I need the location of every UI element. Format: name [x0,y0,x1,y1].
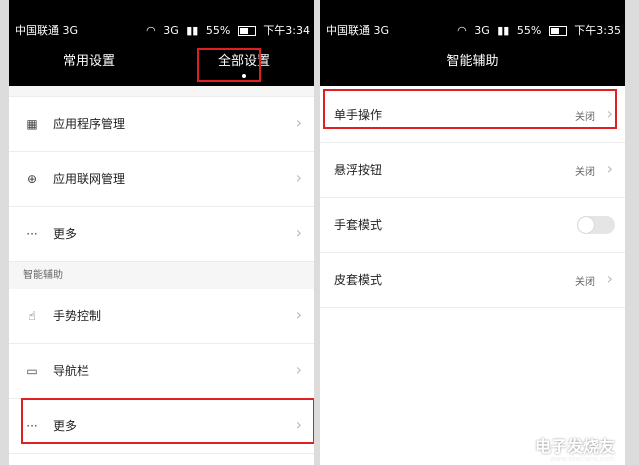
right-screen: 中国联通 3G ◠ 3G ▮▮ 55% 下午3:35 智能辅助 单手操作 关闭 … [320,0,625,465]
list-item-floating-button[interactable]: 悬浮按钮 关闭 › [320,143,625,198]
status-bar: 中国联通 3G ◠ 3G ▮▮ 55% 下午3:35 [320,0,625,44]
list-item-label: 皮套模式 [334,273,383,287]
list-item-label: 手势控制 [53,309,102,323]
watermark-url: www.elecfans.com [549,455,615,463]
page-title: 智能辅助 [446,54,499,69]
status-value: 关闭 [575,277,595,288]
signal-icon: ▮▮ [497,24,510,37]
status-bar: 中国联通 3G ◠ 3G ▮▮ 55% 下午3:34 [9,0,314,44]
list-item-app-manager[interactable]: ▦ 应用程序管理 › [9,97,314,152]
highlight-box-one-hand [323,89,617,129]
network-label: 3G [474,24,490,37]
time-label: 下午3:34 [263,24,310,37]
list-item-gesture-control[interactable]: ☝ 手势控制 › [9,289,314,344]
list-item-label: 导航栏 [53,364,90,378]
chevron-right-icon: › [295,305,302,324]
battery-icon [548,26,567,36]
highlight-box-tab [197,48,261,82]
status-right: ◠ 3G ▮▮ 55% 下午3:35 [453,22,621,38]
list-item-label: 悬浮按钮 [334,163,383,177]
chevron-right-icon: › [606,159,613,178]
list-item-more-apps[interactable]: ··· 更多 › [9,207,314,262]
list-item-navbar[interactable]: ▭ 导航栏 › [9,344,314,399]
carrier-label: 中国联通 3G [15,24,79,37]
list-item-label: 更多 [53,227,78,241]
network-icon: ⊕ [26,172,38,186]
chevron-right-icon: › [295,168,302,187]
wifi-icon: ◠ [457,24,467,37]
signal-icon: ▮▮ [186,24,199,37]
time-label: 下午3:35 [574,24,621,37]
carrier-label: 中国联通 3G [326,24,390,37]
dots-icon: ··· [26,227,38,241]
chevron-right-icon: › [606,269,613,288]
status-value: 关闭 [575,167,595,178]
gesture-icon: ☝ [28,309,36,323]
list-item-network-manager[interactable]: ⊕ 应用联网管理 › [9,152,314,207]
battery-label: 55% [516,24,542,37]
watermark-logo: 电子发烧友 [534,437,615,456]
left-screen: 中国联通 3G ◠ 3G ▮▮ 55% 下午3:34 常用设置 全部设置 ▦ 应… [9,0,314,465]
section-header-smart-assist: 智能辅助 [9,262,314,289]
glove-mode-toggle[interactable] [577,216,615,234]
chevron-right-icon: › [295,360,302,379]
tab-common-settings[interactable]: 常用设置 [39,44,139,86]
list-item-label: 应用联网管理 [53,172,126,186]
status-right: ◠ 3G ▮▮ 55% 下午3:34 [142,22,310,38]
battery-icon [237,26,256,36]
list-item-label: 应用程序管理 [53,117,126,131]
highlight-box-more [21,398,314,444]
network-label: 3G [163,24,179,37]
wifi-icon: ◠ [146,24,156,37]
list-item-label: 手套模式 [334,218,383,232]
grid-icon: ▦ [26,117,38,131]
title-bar: 智能辅助 [320,44,625,86]
section-header-partial [9,86,314,97]
list-item-glove-mode: 手套模式 [320,198,625,253]
chevron-right-icon: › [295,113,302,132]
chevron-right-icon: › [295,223,302,242]
tab-bar: 常用设置 全部设置 [9,44,314,86]
navbar-icon: ▭ [26,364,38,378]
list-item-cover-mode[interactable]: 皮套模式 关闭 › [320,253,625,308]
toggle-knob [578,217,594,233]
battery-label: 55% [205,24,231,37]
